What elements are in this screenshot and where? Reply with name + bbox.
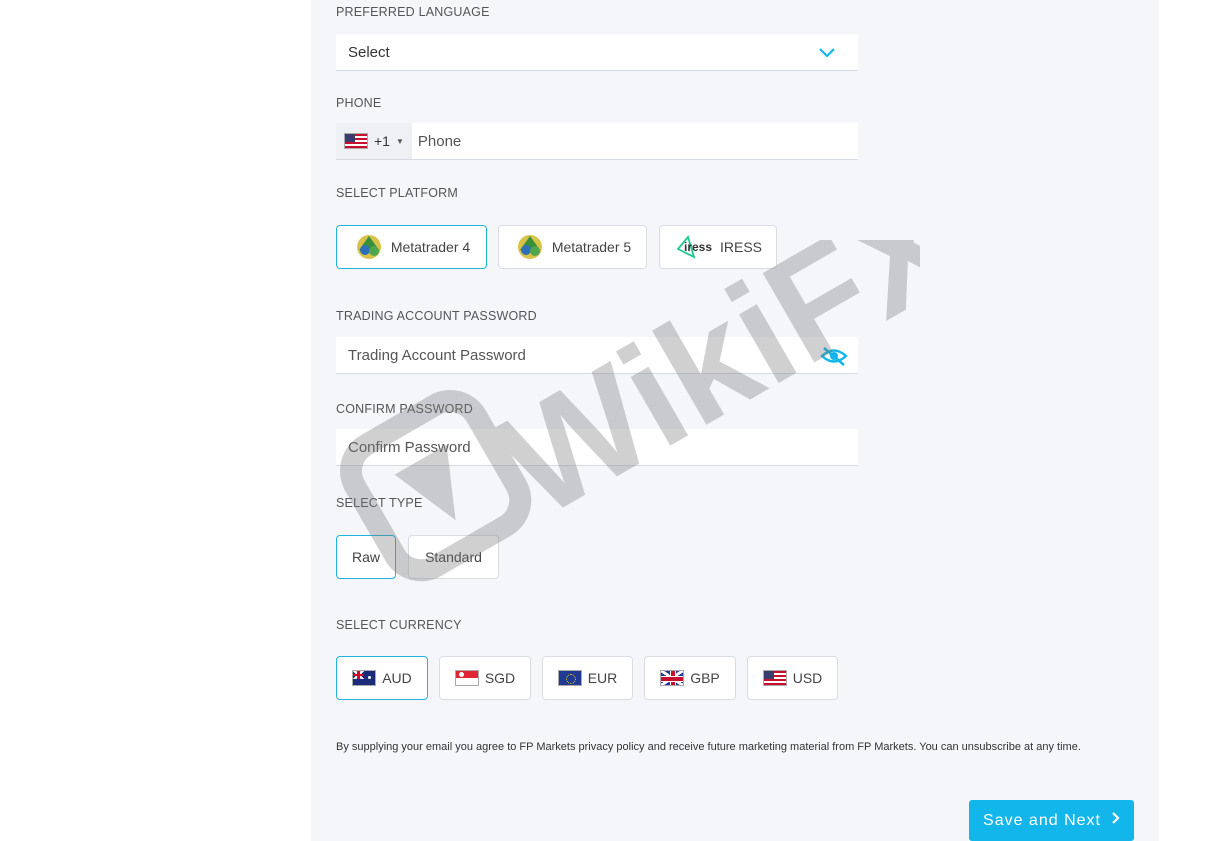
currency-option-sgd[interactable]: SGD xyxy=(439,656,531,700)
singapore-flag-icon xyxy=(454,670,479,686)
currency-option-eur[interactable]: EUR xyxy=(542,656,633,700)
currency-option-label: AUD xyxy=(382,670,412,686)
save-and-next-button[interactable]: Save and Next xyxy=(969,800,1134,841)
caret-down-icon: ▼ xyxy=(395,136,404,146)
currency-option-usd[interactable]: USD xyxy=(747,656,838,700)
type-option-label: Raw xyxy=(351,549,380,565)
metatrader-logo-icon xyxy=(353,230,385,265)
metatrader-logo-icon xyxy=(514,230,546,265)
eu-flag-icon xyxy=(557,670,582,686)
currency-option-label: GBP xyxy=(690,670,720,686)
platform-option-label: IRESS xyxy=(719,239,762,255)
australia-flag-icon xyxy=(352,670,377,686)
chevron-down-icon xyxy=(818,46,836,64)
type-option-raw[interactable]: Raw xyxy=(336,535,396,579)
us-flag-icon xyxy=(762,670,787,686)
platform-option-mt4[interactable]: Metatrader 4 xyxy=(336,225,487,269)
privacy-disclaimer: By supplying your email you agree to FP … xyxy=(336,741,1081,753)
trading-password-field[interactable]: Trading Account Password xyxy=(336,337,858,374)
us-flag-icon xyxy=(344,133,368,149)
confirm-password-input[interactable]: Confirm Password xyxy=(336,439,471,456)
type-option-label: Standard xyxy=(425,549,482,565)
account-type-label: SELECT TYPE xyxy=(336,496,423,510)
platform-label: SELECT PLATFORM xyxy=(336,186,459,200)
confirm-password-field[interactable]: Confirm Password xyxy=(336,429,858,466)
trading-password-input[interactable]: Trading Account Password xyxy=(336,347,526,364)
type-option-standard[interactable]: Standard xyxy=(408,535,499,579)
iress-logo-icon: iress xyxy=(674,233,714,261)
country-code-select[interactable]: +1 ▼ xyxy=(336,123,412,159)
phone-field: +1 ▼ Phone xyxy=(336,123,858,160)
platform-option-label: Metatrader 5 xyxy=(551,239,632,255)
currency-option-gbp[interactable]: GBP xyxy=(644,656,736,700)
eye-slash-icon[interactable] xyxy=(820,345,848,372)
phone-label: PHONE xyxy=(336,96,382,110)
platform-option-mt5[interactable]: Metatrader 5 xyxy=(498,225,647,269)
save-and-next-label: Save and Next xyxy=(983,811,1101,829)
currency-option-label: EUR xyxy=(587,670,618,686)
trading-password-label: TRADING ACCOUNT PASSWORD xyxy=(336,309,537,323)
confirm-password-label: CONFIRM PASSWORD xyxy=(336,402,473,416)
currency-option-aud[interactable]: AUD xyxy=(336,656,428,700)
uk-flag-icon xyxy=(660,670,685,686)
currency-option-label: SGD xyxy=(484,670,516,686)
currency-option-label: USD xyxy=(792,670,823,686)
language-select[interactable]: Select xyxy=(336,34,858,71)
currency-label: SELECT CURRENCY xyxy=(336,618,462,632)
country-code: +1 xyxy=(374,133,390,149)
chevron-right-icon xyxy=(1111,811,1120,830)
platform-option-label: Metatrader 4 xyxy=(390,239,471,255)
phone-input[interactable]: Phone xyxy=(412,133,461,150)
language-select-value: Select xyxy=(348,43,390,61)
platform-option-iress[interactable]: iress IRESS xyxy=(659,225,777,269)
language-label: PREFERRED LANGUAGE xyxy=(336,5,490,19)
